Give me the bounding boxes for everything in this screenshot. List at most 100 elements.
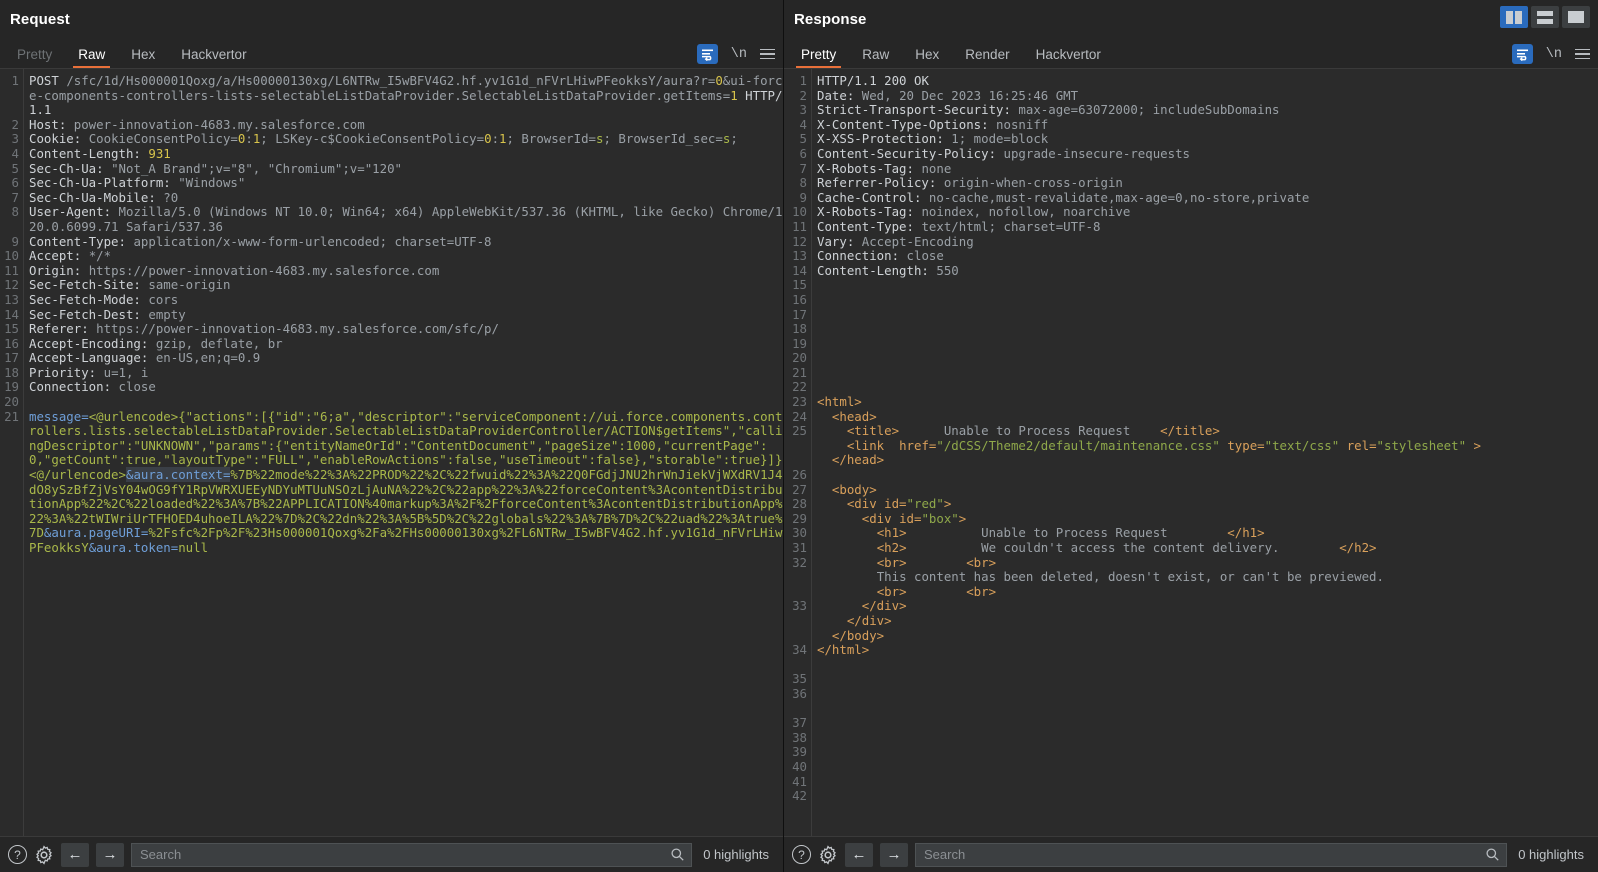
code-line: This content has been deleted, doesn't e… bbox=[817, 569, 1384, 585]
hamburger-menu-icon[interactable] bbox=[1575, 48, 1590, 60]
line-number: 34 bbox=[792, 642, 807, 658]
newline-toggle-icon[interactable]: \n bbox=[1546, 47, 1562, 62]
line-number: 20 bbox=[792, 350, 807, 366]
layout-buttons bbox=[1500, 6, 1590, 28]
code-line: Sec-Ch-Ua-Platform: "Windows" bbox=[29, 175, 246, 191]
tab-request-hex[interactable]: Hex bbox=[118, 47, 168, 69]
line-number: 13 bbox=[792, 248, 807, 264]
line-number: 14 bbox=[4, 306, 19, 322]
help-icon[interactable]: ? bbox=[8, 845, 27, 864]
code-line: Vary: Accept-Encoding bbox=[817, 233, 974, 249]
line-number: 14 bbox=[792, 262, 807, 278]
code-line: Sec-Ch-Ua-Mobile: ?0 bbox=[29, 189, 179, 205]
gear-icon[interactable] bbox=[818, 844, 838, 865]
line-number: 29 bbox=[792, 510, 807, 526]
tab-request-pretty[interactable]: Pretty bbox=[4, 47, 65, 69]
line-number: 19 bbox=[792, 335, 807, 351]
line-number: 7 bbox=[11, 189, 19, 205]
response-header: Response bbox=[784, 0, 1598, 38]
search-input[interactable] bbox=[922, 846, 1486, 863]
tab-request-hackvertor[interactable]: Hackvertor bbox=[168, 47, 259, 69]
magnifier-icon bbox=[671, 848, 684, 861]
tab-response-hex[interactable]: Hex bbox=[902, 47, 952, 69]
code-line: Sec-Fetch-Dest: empty bbox=[29, 306, 186, 322]
single-pane-layout-button[interactable] bbox=[1562, 6, 1590, 28]
line-number: 40 bbox=[792, 758, 807, 774]
hamburger-menu-icon[interactable] bbox=[760, 48, 775, 60]
code-line: <h1> Unable to Process Request </h1> bbox=[817, 525, 1265, 541]
line-number: 1 bbox=[799, 73, 807, 88]
code-line: Connection: close bbox=[29, 379, 156, 395]
request-editor[interactable]: 1 2 3 4 5 6 7 8 9 10 11 12 13 14 15 16 17 18 19 20 21 POST /… bbox=[0, 69, 783, 836]
code-line: HTTP/1.1 200 OK bbox=[817, 73, 929, 88]
line-number: 8 bbox=[799, 175, 807, 191]
tab-response-hackvertor[interactable]: Hackvertor bbox=[1023, 47, 1114, 69]
code-line: </body> bbox=[817, 627, 885, 643]
stacked-layout-button[interactable] bbox=[1531, 6, 1559, 28]
back-arrow-icon[interactable]: ← bbox=[61, 842, 89, 867]
request-code[interactable]: POST /sfc/1d/Hs000001Qoxg/a/Hs00000130xg… bbox=[24, 69, 783, 836]
line-number: 8 bbox=[11, 204, 19, 220]
code-line: </div> bbox=[817, 612, 892, 628]
word-wrap-icon[interactable] bbox=[696, 44, 718, 64]
tab-request-raw[interactable]: Raw bbox=[65, 47, 118, 69]
line-number: 11 bbox=[792, 218, 807, 234]
line-number: 37 bbox=[792, 715, 807, 731]
code-line: Cache-Control: no-cache,must-revalidate,… bbox=[817, 189, 1310, 205]
line-number: 41 bbox=[792, 773, 807, 789]
code-line: <html> bbox=[817, 394, 862, 410]
code-line: Referer: https://power-innovation-4683.m… bbox=[29, 321, 499, 337]
request-search-box[interactable] bbox=[131, 842, 693, 867]
line-number: 39 bbox=[792, 744, 807, 760]
response-code[interactable]: HTTP/1.1 200 OK Date: Wed, 20 Dec 2023 16… bbox=[812, 69, 1598, 836]
code-line: Content-Type: text/html; charset=UTF-8 bbox=[817, 218, 1101, 234]
code-line: <div id="red"> bbox=[817, 496, 952, 512]
line-number: 12 bbox=[4, 277, 19, 293]
back-arrow-icon[interactable]: ← bbox=[845, 842, 873, 867]
request-tab-tools: \n bbox=[696, 44, 775, 64]
line-number: 32 bbox=[792, 554, 807, 570]
request-line-numbers: 1 2 3 4 5 6 7 8 9 10 11 12 13 14 15 16 17 18 19 20 21 bbox=[0, 69, 24, 836]
code-line: <h2> We couldn't access the content deli… bbox=[817, 540, 1377, 555]
line-number: 30 bbox=[792, 525, 807, 541]
line-number: 15 bbox=[792, 277, 807, 293]
search-input[interactable] bbox=[138, 846, 671, 863]
code-line: Content-Security-Policy: upgrade-insecur… bbox=[817, 145, 1190, 161]
request-tabbar: Pretty Raw Hex Hackvertor \n bbox=[0, 38, 783, 69]
help-icon[interactable]: ? bbox=[792, 845, 811, 864]
line-number: 33 bbox=[792, 598, 807, 614]
line-number: 21 bbox=[792, 364, 807, 380]
tab-response-pretty[interactable]: Pretty bbox=[788, 47, 849, 69]
line-number: 7 bbox=[799, 160, 807, 176]
tab-response-render[interactable]: Render bbox=[952, 47, 1022, 69]
request-title: Request bbox=[10, 10, 70, 28]
line-number: 25 bbox=[792, 423, 807, 439]
forward-arrow-icon[interactable]: → bbox=[96, 842, 124, 867]
forward-arrow-icon[interactable]: → bbox=[880, 842, 908, 867]
line-number: 9 bbox=[11, 233, 19, 249]
response-search-box[interactable] bbox=[915, 842, 1508, 867]
line-number: 6 bbox=[11, 175, 19, 191]
side-by-side-layout-button[interactable] bbox=[1500, 6, 1528, 28]
gear-icon[interactable] bbox=[34, 844, 54, 865]
tab-response-raw[interactable]: Raw bbox=[849, 47, 902, 69]
word-wrap-icon[interactable] bbox=[1511, 44, 1533, 64]
code-line: </html> bbox=[817, 642, 870, 658]
line-number: 20 bbox=[4, 394, 19, 410]
newline-toggle-icon[interactable]: \n bbox=[731, 47, 747, 62]
code-line: Sec-Fetch-Site: same-origin bbox=[29, 277, 231, 293]
code-line: <br> <br> bbox=[817, 583, 997, 599]
line-number: 19 bbox=[4, 379, 19, 395]
line-number: 12 bbox=[792, 233, 807, 249]
magnifier-icon bbox=[1486, 848, 1499, 861]
response-editor[interactable]: 1 2 3 4 5 6 7 8 9 10 11 12 13 14 15 16 17 18 19 20 21 22 23 24 2… bbox=[784, 69, 1598, 836]
code-line: Accept: */* bbox=[29, 248, 112, 264]
code-line: Cookie: CookieConsentPolicy=0:1; LSKey-c… bbox=[29, 131, 738, 147]
code-line: <head> bbox=[817, 408, 877, 424]
